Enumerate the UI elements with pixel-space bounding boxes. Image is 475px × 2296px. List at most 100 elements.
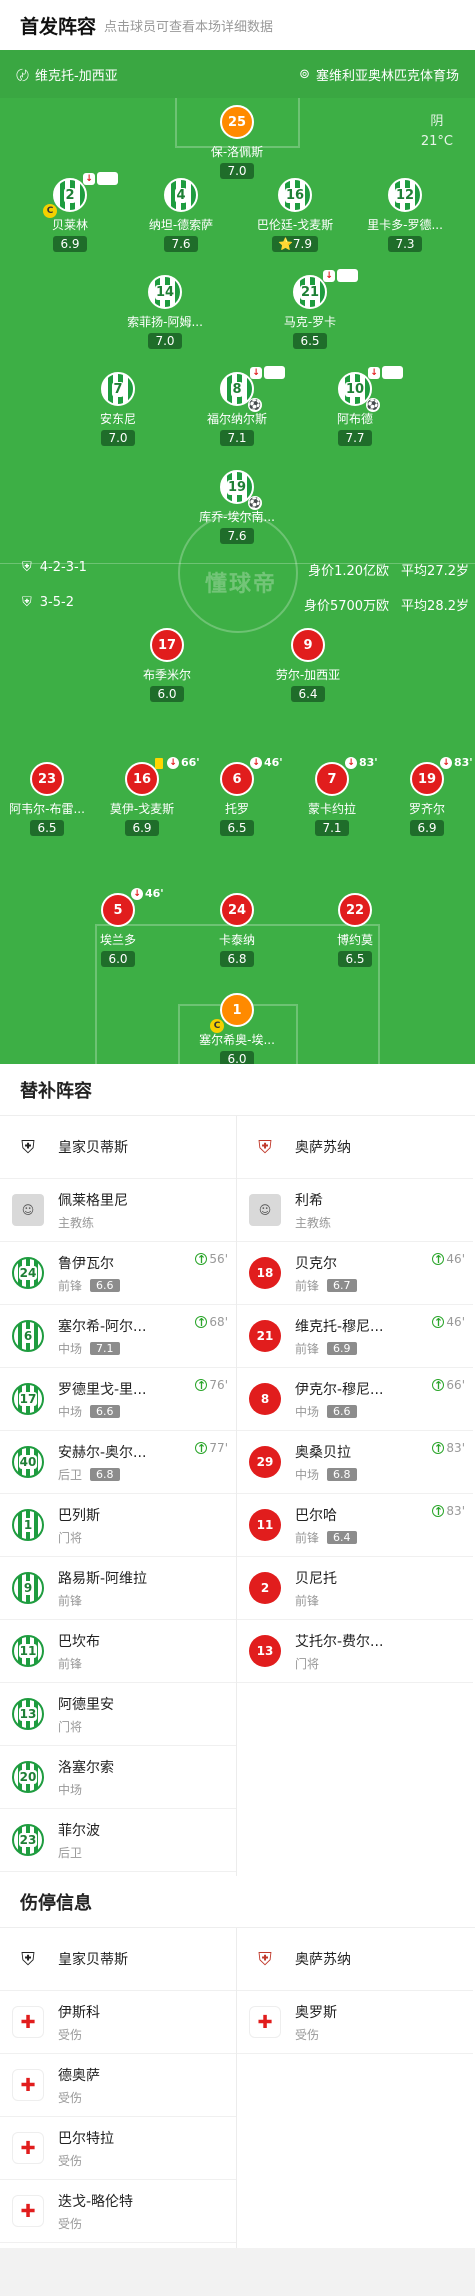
player-position: 后卫 <box>58 1467 83 1482</box>
away-player[interactable]: 1C 塞尔希奥-埃... 6.0 <box>192 993 282 1064</box>
player-position: 中场 <box>58 1404 83 1419</box>
player-name: 奥罗斯 <box>295 2004 337 2021</box>
player-number: 11 <box>249 1509 281 1541</box>
injury-row[interactable]: ✚ 伊斯科 受伤 <box>0 1991 236 2054</box>
sub-row[interactable]: 8 伊克尔-穆尼... 中场 6.6 ↑ 66' <box>237 1368 473 1431</box>
sub-out-badge: ↓ 83' <box>345 756 378 769</box>
sub-row[interactable]: 40 安赫尔-奥尔... 后卫 6.8 ↑ 77' <box>0 1431 236 1494</box>
sub-row[interactable]: 18 贝克尔 前锋 6.7 ↑ 46' <box>237 1242 473 1305</box>
player-number: 2 <box>64 187 76 203</box>
away-formation: ⛨ 3-5-2 <box>22 595 74 610</box>
sub-row[interactable]: 29 奥桑贝拉 中场 6.8 ↑ 83' <box>237 1431 473 1494</box>
betis-crest-icon: ⛨ <box>21 1948 35 1970</box>
sub-in-icon: ↑ <box>432 1378 445 1392</box>
player-number: 29 <box>249 1446 281 1478</box>
sub-in-icon: ↑ <box>195 1441 208 1455</box>
sub-row[interactable]: 13 艾托尔-费尔... 门将 <box>237 1620 473 1683</box>
away-player[interactable]: 17 布季米尔 6.0 <box>122 628 212 702</box>
sub-out-icon: ↓ <box>440 756 452 769</box>
player-rating: 6.5 <box>293 333 327 349</box>
home-coach-row[interactable]: ☺ 佩莱格里尼 主教练 <box>0 1179 236 1242</box>
injury-row[interactable]: ✚ 德奥萨 受伤 <box>0 2054 236 2117</box>
player-rating: 6.8 <box>327 1467 357 1481</box>
player-number: 13 <box>249 1635 281 1667</box>
player-number: 5 <box>113 902 123 918</box>
away-player[interactable]: 23 阿韦尔-布雷... 6.5 <box>2 762 92 836</box>
away-team-name: 奥萨苏纳 <box>295 1140 351 1156</box>
home-player[interactable]: 10 ⚽ ↓ 56' 阿布德 7.7 <box>310 366 403 446</box>
player-rating: 6.4 <box>291 686 325 702</box>
away-player[interactable]: 24 卡泰纳 6.8 <box>192 893 282 967</box>
venue-info: ⊚ 塞维利亚奥林匹克体育场 <box>299 65 459 84</box>
away-value: 身价5700万欧 <box>303 599 390 614</box>
sub-row[interactable]: 2 贝尼托 前锋 <box>237 1557 473 1620</box>
sub-row[interactable]: 21 维克托-穆尼... 前锋 6.9 ↑ 46' <box>237 1305 473 1368</box>
sub-row[interactable]: 1 巴列斯 门将 <box>0 1494 236 1557</box>
sub-row[interactable]: 20 洛塞尔索 中场 <box>0 1746 236 1809</box>
sub-out-icon: ↓ <box>345 756 357 769</box>
injury-row[interactable]: ✚ 奥罗斯 受伤 <box>237 1991 473 2054</box>
player-rating: 7.0 <box>220 163 254 179</box>
player-position: 前锋 <box>295 1341 320 1356</box>
player-name: 艾托尔-费尔... <box>295 1633 384 1650</box>
player-rating: 6.4 <box>327 1530 357 1544</box>
sub-in-time: ↑ 56' <box>195 1252 228 1266</box>
sub-row[interactable]: 6 塞尔希-阿尔... 中场 7.1 ↑ 68' <box>0 1305 236 1368</box>
injury-status: 受伤 <box>58 2216 83 2231</box>
away-player[interactable]: 5 ↓ 46' 埃兰多 6.0 <box>73 887 164 967</box>
player-name: 塞尔希奥-埃... <box>199 1033 275 1047</box>
goal-ball-icon: ⚽ <box>366 398 380 412</box>
home-player[interactable]: 16 巴伦廷-戈麦斯 ⭐7.9 <box>250 178 340 252</box>
injury-row[interactable]: ✚ 迭戈-略伦特 受伤 <box>0 2180 236 2243</box>
away-player[interactable]: 19 ↓ 83' 罗齐尔 6.9 <box>382 756 473 836</box>
away-team-row[interactable]: ⛨ 奥萨苏纳 <box>237 1116 473 1179</box>
sub-row[interactable]: 24 鲁伊瓦尔 前锋 6.6 ↑ 56' <box>0 1242 236 1305</box>
sub-row[interactable]: 23 菲尔波 后卫 <box>0 1809 236 1872</box>
player-name: 博约莫 <box>336 933 373 947</box>
home-player[interactable]: 2 C ↓ 77' 贝莱林 6.9 <box>25 172 118 252</box>
player-name: 库乔-埃尔南... <box>199 510 275 524</box>
injury-status: 受伤 <box>295 2027 320 2042</box>
home-player[interactable]: 12 里卡多-罗德... 7.3 <box>360 178 450 252</box>
coach-name: 佩莱格里尼 <box>58 1192 128 1209</box>
player-rating: 6.9 <box>53 236 87 252</box>
home-crest-icon: ⛨ <box>22 560 32 575</box>
coach-role: 主教练 <box>58 1215 95 1230</box>
medical-kit-icon: ✚ <box>12 2195 44 2227</box>
sub-row[interactable]: 17 罗德里戈-里... 中场 6.6 ↑ 76' <box>0 1368 236 1431</box>
away-player[interactable]: 9 劳尔-加西亚 6.4 <box>263 628 353 702</box>
player-position: 中场 <box>58 1341 83 1356</box>
sub-row[interactable]: 13 阿德里安 门将 <box>0 1683 236 1746</box>
home-team-row[interactable]: ⛨ 皇家贝蒂斯 <box>0 1928 236 1991</box>
medical-kit-icon: ✚ <box>12 2006 44 2038</box>
player-rating: 6.6 <box>90 1404 120 1418</box>
home-player[interactable]: 25 保-洛佩斯 7.0 <box>192 105 282 179</box>
player-rating: ⭐7.9 <box>271 236 319 252</box>
away-coach-row[interactable]: ☺ 利希 主教练 <box>237 1179 473 1242</box>
sub-row[interactable]: 9 路易斯-阿维拉 前锋 <box>0 1557 236 1620</box>
away-player[interactable]: 7 ↓ 83' 蒙卡约拉 7.1 <box>287 756 378 836</box>
away-team-row[interactable]: ⛨ 奥萨苏纳 <box>237 1928 473 1991</box>
sub-row[interactable]: 11 巴坎布 前锋 <box>0 1620 236 1683</box>
home-injuries-column: ⛨ 皇家贝蒂斯 ✚ 伊斯科 受伤 ✚ 德奥萨 受伤 ✚ 巴尔特拉 受伤 ✚ 迭戈-略伦… <box>0 1928 236 2248</box>
home-player[interactable]: 19 ⚽ 库乔-埃尔南... 7.6 <box>192 470 282 544</box>
sub-row[interactable]: 11 巴尔哈 前锋 6.4 ↑ 83' <box>237 1494 473 1557</box>
home-player[interactable]: 8 ⚽ ↓ 76' 福尔纳尔斯 7.1 <box>192 366 285 446</box>
home-player[interactable]: 7 安东尼 7.0 <box>73 372 163 446</box>
player-number: 13 <box>18 1707 38 1721</box>
player-rating: 6.5 <box>30 820 64 836</box>
home-player[interactable]: 21 ↓ 68' 马克-罗卡 6.5 <box>265 269 358 349</box>
away-player[interactable]: 6 ↓ 46' 托罗 6.5 <box>192 756 283 836</box>
away-player[interactable]: 16 ↓ 66' 莫伊-戈麦斯 6.9 <box>97 756 200 836</box>
away-player[interactable]: 22 博约莫 6.5 <box>310 893 400 967</box>
player-number: 21 <box>249 1320 281 1352</box>
injury-status: 受伤 <box>58 2090 83 2105</box>
player-number: 24 <box>18 1266 38 1280</box>
home-team-row[interactable]: ⛨ 皇家贝蒂斯 <box>0 1116 236 1179</box>
player-rating: 6.0 <box>150 686 184 702</box>
home-player[interactable]: 4 纳坦-德索萨 7.6 <box>136 178 226 252</box>
sub-in-icon: ↑ <box>195 1315 208 1329</box>
whistle-icon: 〄 <box>16 68 30 84</box>
injury-row[interactable]: ✚ 巴尔特拉 受伤 <box>0 2117 236 2180</box>
home-player[interactable]: 14 索菲扬-阿姆... 7.0 <box>120 275 210 349</box>
